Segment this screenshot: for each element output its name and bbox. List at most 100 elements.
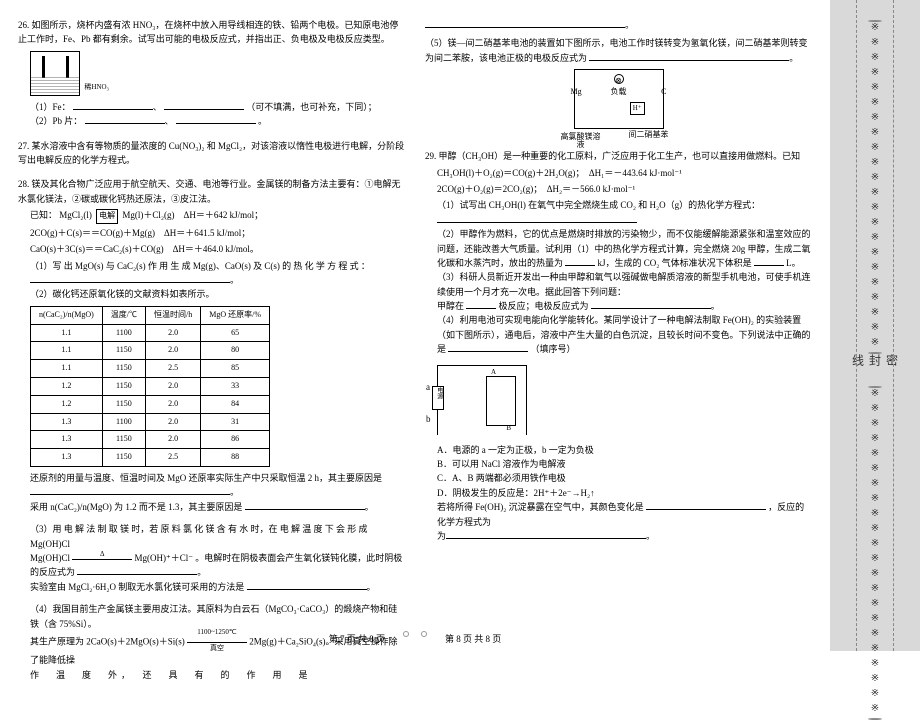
blank[interactable] bbox=[437, 213, 637, 223]
q29-sub3b: 甲醇在 极反应；电极反应式为 。 bbox=[437, 299, 812, 313]
blank[interactable] bbox=[448, 342, 528, 352]
question-26: 26. 如图所示，烧杯内盛有浓 HNO₃，在烧杯中放入用导线相连的铁、铅两个电极… bbox=[18, 18, 405, 129]
td: 86 bbox=[201, 431, 270, 449]
td: 84 bbox=[201, 395, 270, 413]
eq-part: Mg(l)＋Cl₂(g) ΔH＝＋642 kJ/mol； bbox=[122, 210, 263, 220]
eq: CH₃OH(l)＋O₂(g)＝CO(g)＋2H₂O(g)； ΔH₁＝－443.6… bbox=[437, 166, 812, 180]
blank[interactable] bbox=[247, 580, 367, 590]
td: 88 bbox=[201, 449, 270, 467]
q28-num: 28. bbox=[18, 179, 29, 189]
blank[interactable] bbox=[646, 500, 766, 510]
text: 甲醇在 bbox=[437, 301, 464, 311]
text: 若将所得 Fe(OH)₂ 沉淀暴露在空气中，其颜色变化是 bbox=[437, 502, 644, 512]
td: 1.2 bbox=[31, 395, 103, 413]
blank[interactable] bbox=[565, 256, 595, 266]
blank[interactable] bbox=[466, 299, 496, 309]
th: 恒温时间/h bbox=[146, 306, 201, 324]
q28-table: n(CaC₂)/n(MgO) 温度/℃ 恒温时间/h MgO 还原率/% 1.1… bbox=[30, 306, 270, 467]
td: 1.1 bbox=[31, 360, 103, 378]
text: 还原剂的用量与温度、恒温时间及 MgO 还原率实际生产中只采取恒温 2 h，其主… bbox=[30, 473, 382, 483]
text: 采用 n(CaC₂)/n(MgO) 为 1.2 而不是 1.3，其主要原因是 bbox=[30, 502, 242, 512]
text: （1）试写出 CH₃OH(l) 在氧气中完全燃烧生成 CO₂ 和 H₂O（g）的… bbox=[437, 200, 760, 210]
eq: 2CO(g)＋O₂(g)＝2CO₂(g)； ΔH₂＝－566.0 kJ·mol⁻… bbox=[437, 182, 812, 196]
eq: CaO(s)＋3C(s)＝＝CaC₂(s)＋CO(g) ΔH＝＋464.0 kJ… bbox=[30, 242, 405, 256]
th: 温度/℃ bbox=[102, 306, 145, 324]
blank[interactable] bbox=[176, 114, 256, 124]
q28-sub5: 。 （5）镁—间二硝基苯电池的装置如下图所示，电池工作时镁转变为氢氧化镁，间二硝… bbox=[425, 18, 812, 129]
seal-text: ※※※※※※※※※※※※※※※※※※※※※※ bbox=[870, 22, 881, 352]
q26-sub1: （1）Fe： 、 （可不填满，也可补充，下同）； bbox=[30, 100, 405, 114]
option-list: A．电源的 a 一定为正极，b 一定为负极 B．可以用 NaCl 溶液作为电解液… bbox=[425, 443, 812, 501]
option-a: A．电源的 a 一定为正极，b 一定为负极 bbox=[437, 443, 812, 457]
td: 2.0 bbox=[146, 342, 201, 360]
arrow-top: Δ bbox=[99, 550, 106, 558]
q28-intro: 镁及其化合物广泛应用于航空航天、交通、电池等行业。金属镁的制备方法主要有：①电解… bbox=[18, 179, 401, 203]
q29-sub3: （3）科研人员新近开发出一种由甲醇和氧气以强碱做电解质溶液的新型手机电池，可使手… bbox=[437, 270, 812, 299]
td: 2.5 bbox=[146, 449, 201, 467]
text: 作 温 度 外， 还 具 有 的 作 用 是 bbox=[30, 670, 312, 680]
th: MgO 还原率/% bbox=[201, 306, 270, 324]
td: 65 bbox=[201, 324, 270, 342]
q27-num: 27. bbox=[18, 141, 29, 151]
seal-text: ※※※※※※※※※※※※※※※※※※※※※※ bbox=[870, 388, 881, 718]
arrow-bottom: 真空 bbox=[187, 643, 247, 654]
blank[interactable] bbox=[446, 529, 646, 539]
q28-sub3-eq: Mg(OH)Cl Δ Mg(OH)⁺＋Cl⁻ 。电解时在阴极表面会产生氧化镁钝化… bbox=[30, 551, 405, 580]
q28-sub1: （1）写 出 MgO(s) 与 CaC₂(s) 作 用 生 成 Mg(g)、Ca… bbox=[30, 259, 405, 288]
q29-sub1: （1）试写出 CH₃OH(l) 在氧气中完全燃烧生成 CO₂ 和 H₂O（g）的… bbox=[437, 198, 812, 212]
q29-num: 29. bbox=[425, 151, 436, 161]
blank[interactable] bbox=[591, 299, 711, 309]
cell-diagram: ⊗负载 Mg C H⁺ 高氯酸镁溶液 间二硝基苯 bbox=[574, 69, 664, 129]
reaction-arrow: Δ bbox=[72, 553, 132, 564]
blank[interactable] bbox=[85, 114, 165, 124]
q27-text: 某水溶液中含有等物质的量浓度的 Cu(NO₃)₂ 和 MgCl₂，对该溶液以惰性… bbox=[18, 141, 404, 165]
q26-sub2-label: （2）Pb 片： bbox=[30, 116, 82, 126]
terminal-a: a bbox=[426, 380, 430, 394]
td: 1100 bbox=[102, 324, 145, 342]
q26-text: 如图所示，烧杯内盛有浓 HNO₃，在烧杯中放入用导线相连的铁、铅两个电极。已知原… bbox=[18, 20, 398, 44]
q28-sub1-text: （1）写 出 MgO(s) 与 CaC₂(s) 作 用 生 成 Mg(g)、Ca… bbox=[30, 261, 370, 271]
blank[interactable] bbox=[754, 256, 784, 266]
td: 2.0 bbox=[146, 378, 201, 396]
question-27: 27. 某水溶液中含有等物质的量浓度的 Cu(NO₃)₂ 和 MgCl₂，对该溶… bbox=[18, 139, 405, 168]
arrow-top: 1100~1250℃ bbox=[196, 628, 237, 636]
dev-label: 电源 bbox=[433, 387, 443, 399]
q26-sub1-label: （1）Fe： bbox=[30, 102, 71, 112]
blank[interactable] bbox=[589, 51, 789, 61]
blank[interactable] bbox=[245, 500, 365, 510]
td: 2.0 bbox=[146, 324, 201, 342]
q26-sub2-tail: 。 bbox=[258, 116, 267, 126]
blank[interactable] bbox=[425, 18, 625, 28]
option-c: C．A、B 两端都必须用铁作电极 bbox=[437, 471, 812, 485]
q26-diagram bbox=[30, 51, 80, 96]
q29-tail2: 为。 bbox=[437, 529, 812, 543]
q28-sub4: （4）我国目前生产金属镁主要用皮江法。其原料为白云石（MgCO₃·CaCO₃）的… bbox=[30, 602, 405, 631]
td: 1.3 bbox=[31, 413, 103, 431]
blank[interactable] bbox=[77, 565, 197, 575]
compound-label: 间二硝基苯 bbox=[629, 129, 669, 142]
page-left: 26. 如图所示，烧杯内盛有浓 HNO₃，在烧杯中放入用导线相连的铁、铅两个电极… bbox=[0, 0, 415, 651]
blank[interactable] bbox=[30, 273, 230, 283]
text: 极反应；电极反应式为 bbox=[499, 301, 589, 311]
td: 80 bbox=[201, 342, 270, 360]
q28-known: 已知： MgCl₂(l) 电解 Mg(l)＋Cl₂(g) ΔH＝＋642 kJ/… bbox=[30, 208, 405, 224]
td: 1.3 bbox=[31, 431, 103, 449]
known-label: 已知： bbox=[30, 210, 57, 220]
q28-sub3: （3）用 电 解 法 制 取 镁 时，若 原 料 氯 化 镁 含 有 水 时，在… bbox=[30, 522, 405, 551]
question-29: 29. 甲醇（CH₃OH）是一种重要的化工原料，广泛应用于化工生产，也可以直接用… bbox=[425, 149, 812, 543]
blank[interactable] bbox=[73, 100, 153, 110]
binding-dot bbox=[421, 631, 427, 637]
td: 1.2 bbox=[31, 378, 103, 396]
blank[interactable] bbox=[164, 100, 244, 110]
td: 1150 bbox=[102, 395, 145, 413]
eq-left: Mg(OH)Cl bbox=[30, 553, 70, 563]
blank[interactable] bbox=[30, 485, 230, 495]
q29-sub4: （4）利用电池可实现电能向化学能转化。某同学设计了一种电解法制取 Fe(OH)₂… bbox=[437, 313, 812, 356]
text: kJ，生成的 CO₂ 气体标准状况下体积是 bbox=[598, 258, 752, 268]
option-d: D．阴极发生的反应是：2H⁺＋2e⁻→H₂↑ bbox=[437, 486, 812, 500]
page-footer-left: 第 7 页 共 8 页 bbox=[329, 632, 385, 645]
electrode-b-label: B bbox=[506, 423, 511, 434]
electrolysis-cell: A B bbox=[486, 376, 516, 426]
td: 2.0 bbox=[146, 431, 201, 449]
q26-sub1-tail: （可不填满，也可补充，下同）； bbox=[246, 102, 377, 112]
